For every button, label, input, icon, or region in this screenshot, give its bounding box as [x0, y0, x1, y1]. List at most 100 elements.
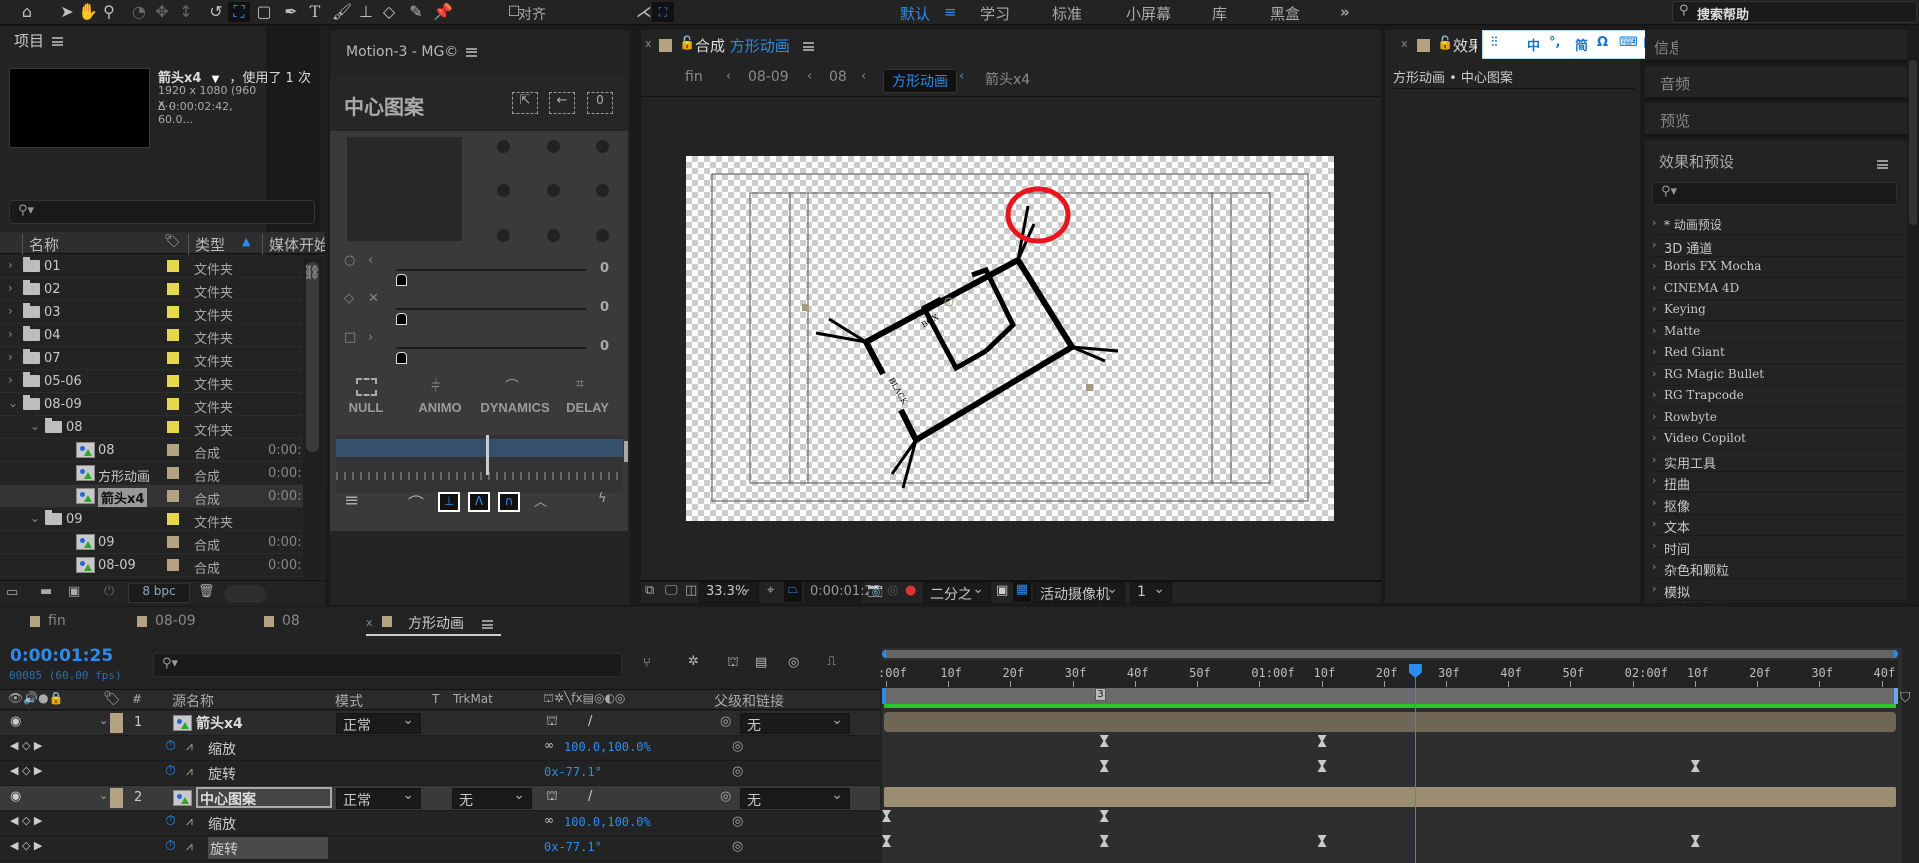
column-type[interactable]: 类型	[188, 234, 225, 255]
label-column-icon[interactable]: 🏷	[164, 234, 181, 249]
animo-button[interactable]: ANIMO	[410, 400, 470, 415]
viewer-tab[interactable]: 合成 方形动画	[695, 35, 814, 56]
slider-1-track[interactable]	[396, 269, 586, 271]
layer-label-swatch[interactable]	[110, 788, 123, 808]
menu-icon[interactable]	[482, 620, 493, 629]
label-column-icon[interactable]: 🏷	[103, 691, 121, 707]
layer-mode-dropdown[interactable]: 正常	[336, 712, 421, 734]
label-swatch[interactable]	[167, 467, 179, 479]
column-source-name[interactable]: 源名称	[172, 691, 214, 711]
effects-category[interactable]: › RG Trapcode	[1652, 386, 1910, 407]
constrain-proportions-icon[interactable]: ∞	[544, 813, 554, 827]
slider-3-track[interactable]	[396, 347, 586, 349]
reset-zero-icon[interactable]: 0	[587, 92, 613, 114]
timeline-timecode[interactable]: 0:00:01:25	[10, 646, 113, 666]
workspace-blackbox[interactable]: 黑盒	[1270, 3, 1300, 24]
anchor-point-bc[interactable]	[547, 229, 560, 242]
type-tool-icon[interactable]: T	[304, 2, 326, 22]
chevron-icon[interactable]: ›	[8, 350, 13, 364]
anchor-point-tr[interactable]	[596, 140, 609, 153]
viewer-timecode[interactable]: 0:00:01:25	[804, 582, 881, 603]
chevron-icon[interactable]: ⌄	[30, 511, 40, 525]
graph-icon[interactable]: ⩘	[186, 764, 193, 779]
effects-category[interactable]: › Rowbyte	[1652, 408, 1910, 429]
chevron-icon[interactable]: ⌄	[8, 396, 18, 410]
keyboard-icon[interactable]: ⌨	[1619, 35, 1638, 50]
effects-category[interactable]: › 模拟	[1652, 580, 1910, 601]
info-panel[interactable]: 信息	[1645, 30, 1909, 63]
puppet-pin-icon[interactable]: 📌	[432, 2, 454, 22]
anchor-point-mr[interactable]	[596, 184, 609, 197]
new-composition-icon[interactable]: ▣	[68, 584, 80, 599]
workspace-learn[interactable]: 学习	[980, 3, 1010, 24]
list-item[interactable]: › 05-06 文件夹	[0, 370, 306, 393]
lightning-icon[interactable]: ϟ	[598, 491, 607, 506]
effects-category[interactable]: › 抠像	[1652, 494, 1910, 515]
expression-pick-whip-icon[interactable]: ◎	[732, 764, 743, 779]
easing-timeline[interactable]	[336, 435, 623, 493]
close-tab-icon[interactable]: x	[366, 616, 373, 629]
menu-icon[interactable]	[52, 37, 64, 46]
eye-icon[interactable]: ◉	[10, 789, 21, 804]
comp-marker[interactable]: 3	[1095, 688, 1106, 701]
list-item[interactable]: › 07 文件夹	[0, 347, 306, 370]
project-search-input[interactable]: ⚲▾	[9, 200, 315, 224]
list-item[interactable]: 09 0:00: 合成	[0, 531, 306, 554]
frame-blending-icon[interactable]: ▤	[755, 655, 767, 670]
add-ease-icon[interactable]: ⌒	[408, 490, 424, 514]
null-button[interactable]: NULL	[336, 400, 396, 415]
menu-icon[interactable]	[466, 47, 478, 57]
project-scrollbar[interactable]	[303, 258, 323, 578]
ime-punctuation[interactable]: °,	[1549, 35, 1560, 50]
timeline-search-input[interactable]: ⚲▾	[153, 653, 622, 677]
effects-search-input[interactable]: ⚲▾	[1652, 182, 1897, 205]
composition-flowchart-icon[interactable]: ⑂	[643, 656, 651, 671]
label-swatch[interactable]	[167, 375, 179, 387]
expression-pick-whip-icon[interactable]: ◎	[732, 814, 743, 829]
list-item[interactable]: ⌄ 08 文件夹	[0, 416, 306, 439]
chevron-icon[interactable]: ›	[8, 258, 13, 272]
breadcrumb-item[interactable]: 08-09	[748, 69, 789, 85]
keyframe-navigator[interactable]: ◀ ◇ ▶	[10, 814, 42, 827]
label-swatch[interactable]	[167, 559, 179, 571]
rotate-tool-icon[interactable]: ↺	[205, 2, 227, 22]
null-icon[interactable]	[356, 378, 377, 396]
anchor-point-bl[interactable]	[497, 229, 510, 242]
eye-icon[interactable]: ◉	[10, 714, 21, 729]
keyframe-navigator[interactable]: ◀ ◇ ▶	[10, 764, 42, 777]
effects-category[interactable]: › Matte	[1652, 322, 1910, 343]
stopwatch-icon[interactable]: ⏱	[165, 813, 176, 829]
label-swatch[interactable]	[167, 536, 179, 548]
interpret-footage-icon[interactable]: ▭	[6, 585, 18, 600]
pan-behind-tool-icon[interactable]: ⛶	[228, 2, 250, 22]
list-item[interactable]: › 02 文件夹	[0, 278, 306, 301]
label-swatch[interactable]	[167, 260, 179, 272]
label-swatch[interactable]	[167, 283, 179, 295]
trash-icon[interactable]: 🗑	[198, 584, 215, 599]
stopwatch-icon[interactable]: ⏱	[165, 763, 176, 779]
delay-icon[interactable]: ⌗	[576, 376, 584, 392]
expand-chevron-icon[interactable]: ⌄	[99, 789, 108, 802]
easing-playhead[interactable]	[486, 435, 489, 475]
list-item[interactable]: 方形动画 0:00: 合成	[0, 462, 306, 485]
slider-1-thumb[interactable]	[396, 274, 407, 286]
rectangle-tool-icon[interactable]: ▢	[253, 2, 275, 22]
effects-category[interactable]: › * 动画预设	[1652, 214, 1910, 235]
list-item[interactable]: › 03 文件夹	[0, 301, 306, 324]
animo-icon[interactable]: ⫩	[431, 376, 440, 396]
snap-options-icon[interactable]: ⛶	[652, 2, 674, 22]
effects-category[interactable]: › 杂色和颗粒	[1652, 558, 1910, 579]
effect-controls-tab[interactable]: 效果控件	[1453, 35, 1477, 56]
label-swatch[interactable]	[167, 352, 179, 364]
property-row[interactable]: ◀ ◇ ▶ ⏱ ⩘ 旋转 0x-77.1° ◎	[0, 761, 880, 786]
resolution-dropdown[interactable]: 二分之一	[923, 581, 991, 623]
scrollbar-thumb[interactable]	[1909, 60, 1917, 225]
graph-editor-icon[interactable]: ⎍	[827, 654, 836, 669]
work-area-navigator[interactable]	[882, 650, 1898, 658]
ease-out-button[interactable]: ∩	[498, 492, 520, 512]
effects-category[interactable]: › 时间	[1652, 537, 1910, 558]
slider-2-track[interactable]	[396, 308, 586, 310]
layer-row[interactable]: ◉ ⌄ 1 箭头x4 正常 ⛫ / ◎ 无	[0, 711, 880, 736]
lock-icon[interactable]: 🔓	[1437, 36, 1453, 51]
render-settings-icon[interactable]: ⏻	[104, 584, 114, 599]
